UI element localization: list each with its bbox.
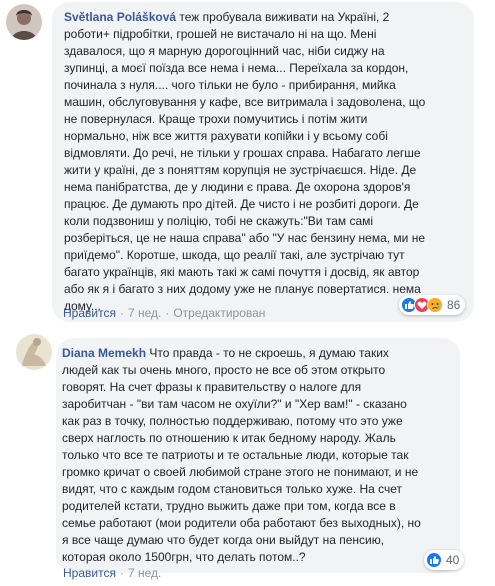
avatar[interactable] [16, 334, 52, 370]
reaction-count: 86 [447, 298, 461, 312]
comment-bubble: Diana Memekh Что правда - то не скроешь,… [56, 338, 460, 573]
comment-body: теж пробувала виживати на Україні, 2 роб… [64, 10, 426, 313]
separator-dot: · [165, 306, 170, 320]
comment-author[interactable]: Světlana Polášková [64, 10, 176, 24]
like-icon [426, 552, 442, 568]
comment-text: Diana Memekh Что правда - то не скроешь,… [62, 345, 450, 566]
comment-timestamp[interactable]: 7 нед. [128, 306, 161, 320]
comment-timestamp[interactable]: 7 нед. [128, 566, 161, 580]
separator-dot: · [119, 566, 124, 580]
comment-author[interactable]: Diana Memekh [62, 346, 146, 360]
comment-actions: Нравится · 7 нед. [63, 566, 161, 580]
reaction-summary[interactable]: 40 [424, 550, 465, 570]
comment-actions: Нравится · 7 нед. · Отредактирован [63, 306, 265, 320]
avatar-photo-icon [6, 4, 42, 40]
reaction-count: 40 [446, 553, 460, 567]
like-button[interactable]: Нравится [63, 306, 116, 320]
avatar[interactable] [6, 4, 42, 40]
reaction-summary[interactable]: 86 [399, 295, 466, 315]
edited-label[interactable]: Отредактирован [173, 306, 265, 320]
separator-dot: · [119, 306, 124, 320]
comment-bubble: Světlana Polášková теж пробувала виживат… [52, 2, 474, 322]
like-button[interactable]: Нравится [63, 566, 116, 580]
comment-body: Что правда - то не скроешь, я думаю таки… [62, 346, 421, 564]
avatar-photo-icon [16, 334, 52, 370]
sad-icon [427, 297, 443, 313]
comment-2: Diana Memekh Что правда - то не скроешь,… [0, 330, 495, 586]
comment-text: Světlana Polášková теж пробувала виживат… [64, 9, 463, 315]
comment-1: Světlana Polášková теж пробувала виживат… [0, 0, 495, 322]
